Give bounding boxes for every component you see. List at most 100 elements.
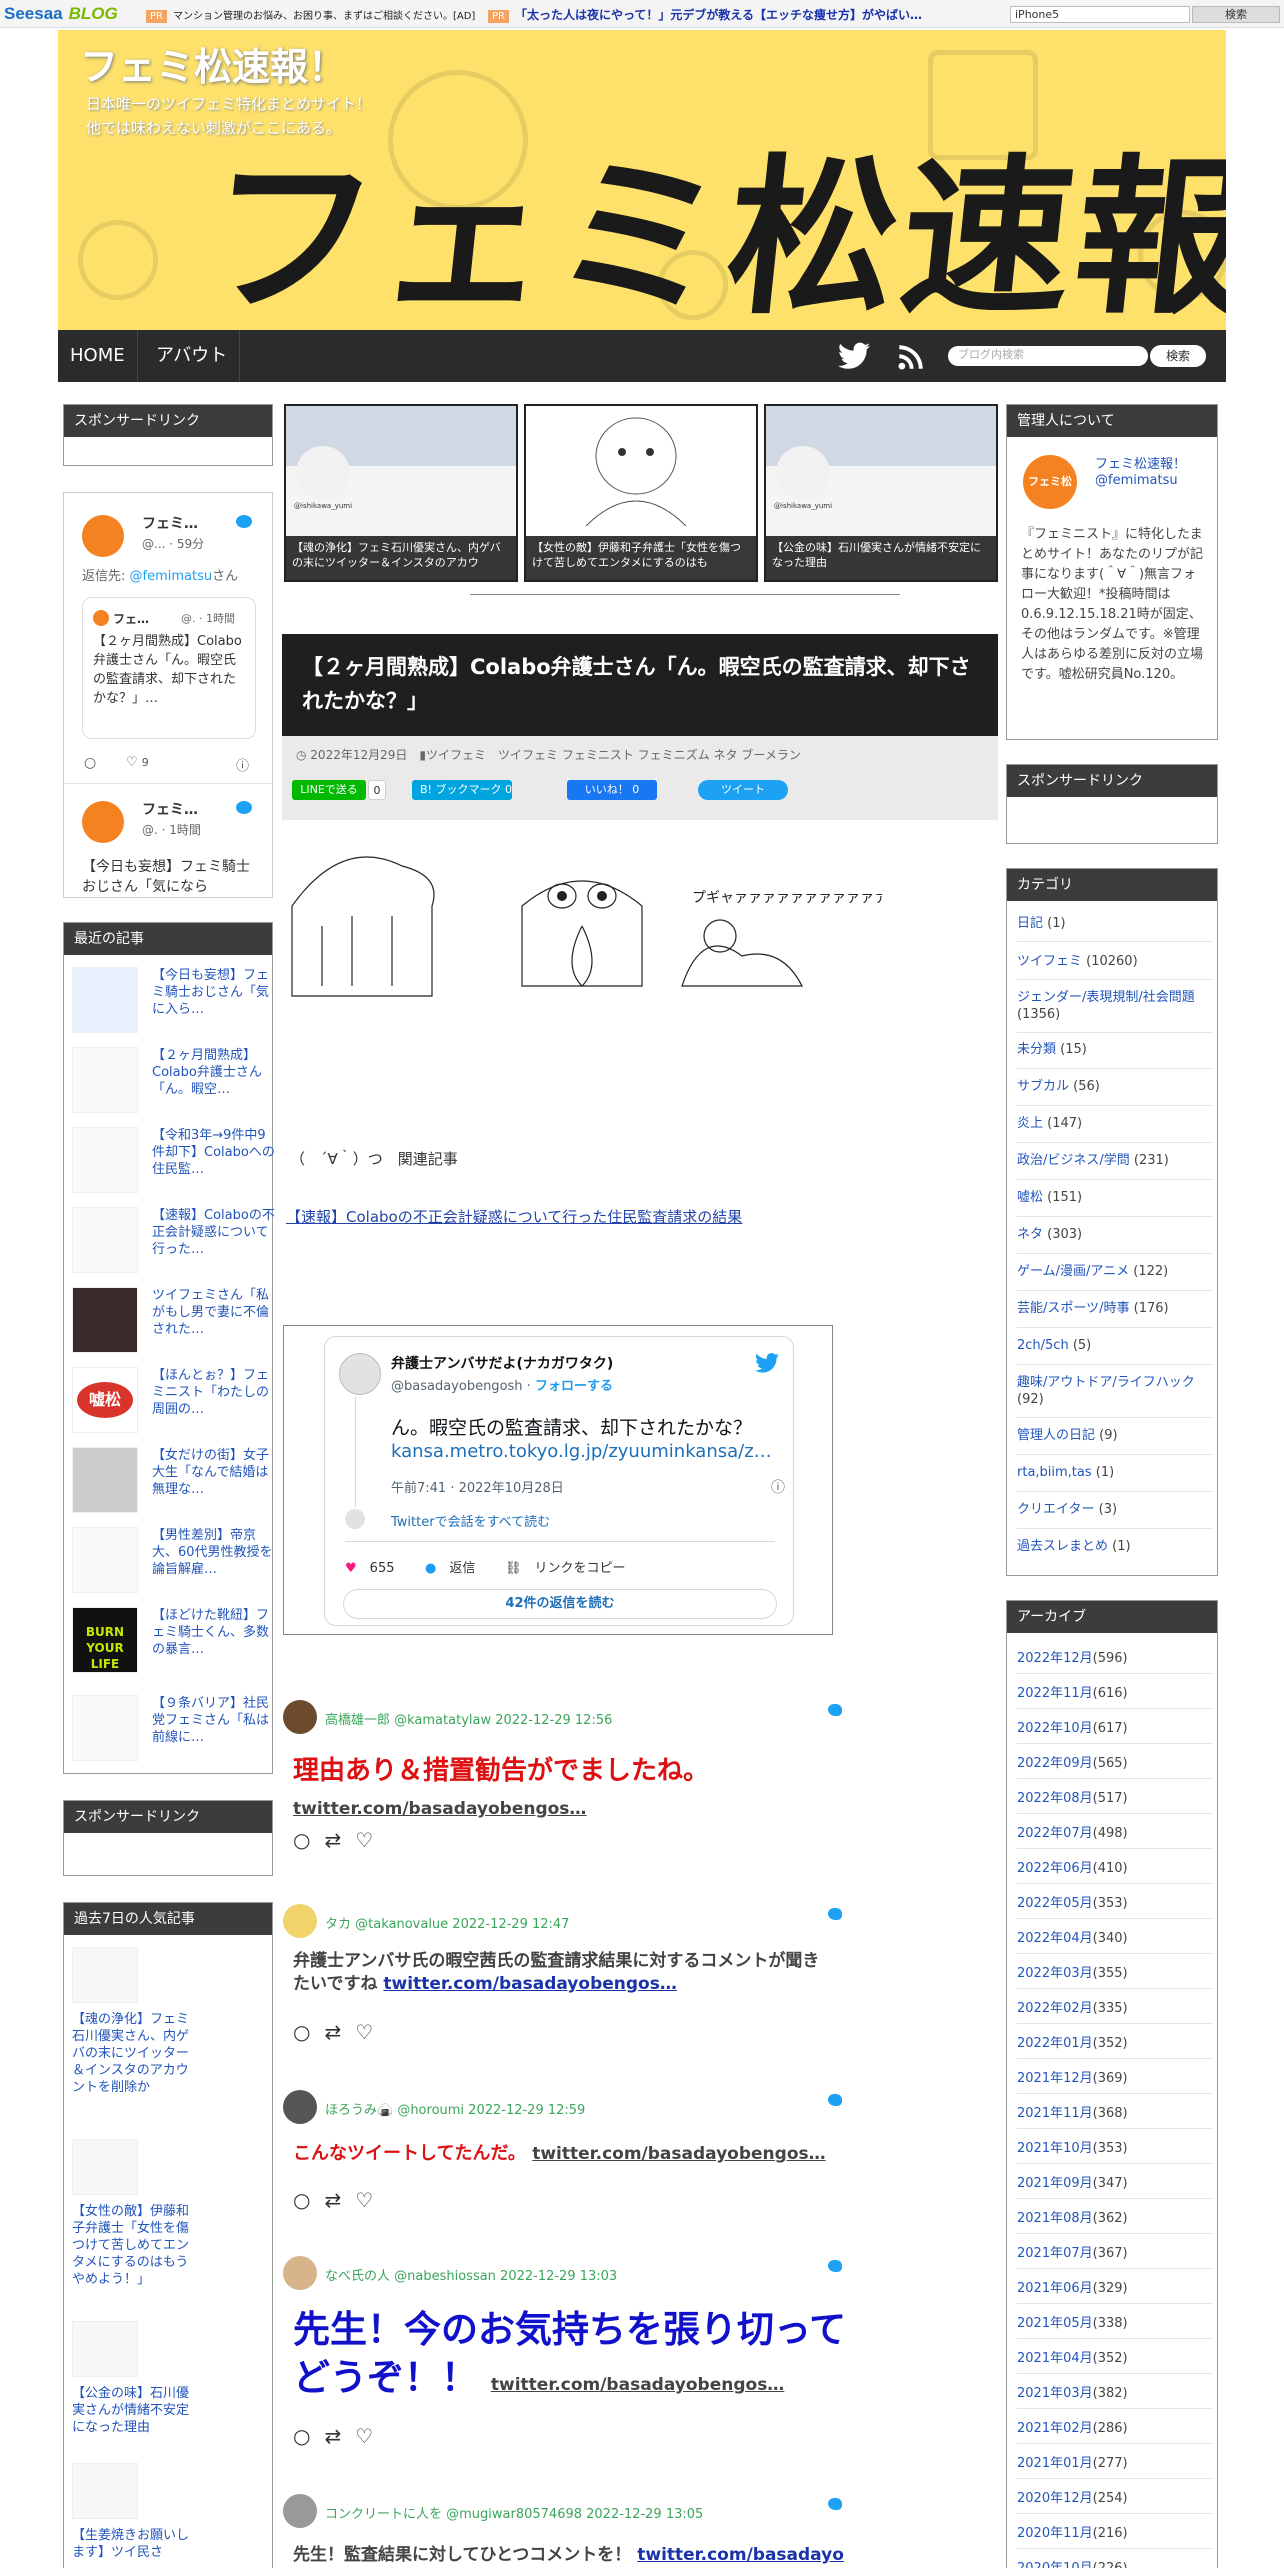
facebook-like-button[interactable]: いいね！ 0: [567, 780, 657, 800]
article-tags[interactable]: ツイフェミ フェミニスト フェミニズム ネタ ブーメラン: [498, 748, 801, 762]
archive-item[interactable]: 2022年11月(616): [1017, 1682, 1128, 1701]
quoted-tweet[interactable]: フェ… @. · 1時間 【２ヶ月間熟成】Colabo弁護士さん「ん。暇空氏の監…: [82, 597, 256, 739]
read-conversation-link[interactable]: Twitterで会話をすべて読む: [391, 1511, 550, 1530]
category-item[interactable]: 政治/ビジネス/学問 (231): [1017, 1152, 1213, 1169]
tweet-link[interactable]: twitter.com/basadayobengos…: [532, 2144, 825, 2164]
category-item[interactable]: 2ch/5ch (5): [1017, 1337, 1213, 1354]
popular-post[interactable]: 【生姜焼きお願いします】ツイ民さ: [72, 2463, 272, 2561]
featured-post[interactable]: @ishikawa_yumi 【公金の味】石川優実さんが情緒不安定になった理由: [764, 404, 998, 582]
archive-item[interactable]: 2021年12月(369): [1017, 2067, 1128, 2086]
archive-item[interactable]: 2021年01月(277): [1017, 2452, 1128, 2471]
recent-post-link[interactable]: 【速報】Colaboの不正会計疑惑について行った…: [152, 1207, 276, 1258]
archive-item[interactable]: 2020年10月(226): [1017, 2557, 1128, 2568]
recent-post[interactable]: 【９条バリア】社民党フェミさん「私は前線に…: [72, 1695, 272, 1767]
tweet-link[interactable]: twitter.com/basadayo: [637, 2545, 844, 2565]
site-title[interactable]: フェミ松速報！: [80, 36, 346, 91]
archive-item[interactable]: 2020年12月(254): [1017, 2487, 1128, 2506]
hatena-bookmark-button[interactable]: B! ブックマーク 0: [412, 780, 512, 800]
recent-post-link[interactable]: 【男性差別】帝京大、60代男性教授を論旨解雇…: [152, 1527, 276, 1578]
popular-post[interactable]: 【公金の味】石川優実さんが情緒不安定になった理由: [72, 2321, 272, 2436]
tweet-author[interactable]: タカ @takanovalue 2022-12-29 12:47: [325, 1913, 569, 1932]
seesaa-search-button[interactable]: 検索: [1192, 6, 1280, 23]
category-item[interactable]: rta,biim,tas (1): [1017, 1464, 1213, 1481]
admin-handle[interactable]: @femimatsu: [1095, 473, 1178, 488]
reply-icon[interactable]: ○: [84, 755, 96, 771]
recent-post[interactable]: ツイフェミさん「私がもし男で妻に不倫された…: [72, 1287, 272, 1359]
tweet-actions[interactable]: ○⇄♡: [293, 2188, 387, 2212]
embed-author-name[interactable]: 弁護士アンバサだよ(ナカガワタク): [391, 1353, 613, 1373]
tweet-author-name[interactable]: フェミ…: [142, 513, 198, 533]
copy-link-button[interactable]: ⛓ リンクをコピー: [505, 1557, 626, 1576]
blog-search-input[interactable]: ブログ内検索: [948, 346, 1148, 366]
embed-tweet-link[interactable]: kansa.metro.tokyo.lg.jp/zyuuminkansa/z…: [391, 1441, 772, 1462]
twitter-icon[interactable]: [838, 342, 870, 370]
archive-item[interactable]: 2021年02月(286): [1017, 2417, 1128, 2436]
info-icon[interactable]: ⓘ: [771, 1477, 785, 1497]
tweet-button[interactable]: ツイート: [698, 780, 788, 800]
archive-item[interactable]: 2022年09月(565): [1017, 1752, 1128, 1771]
avatar[interactable]: [283, 2494, 317, 2528]
popular-post[interactable]: 【魂の浄化】フェミ石川優実さん、内ゲバの末にツイッター＆インスタのアカウントを削…: [72, 1947, 272, 2096]
featured-caption[interactable]: 【女性の敵】伊藤和子弁護士「女性を傷つけて苦しめてエンタメにするのはも: [526, 536, 756, 580]
category-item[interactable]: 未分類 (15): [1017, 1041, 1213, 1058]
recent-post[interactable]: 【速報】Colaboの不正会計疑惑について行った…: [72, 1207, 275, 1279]
category-item[interactable]: ゲーム/漫画/アニメ (122): [1017, 1263, 1213, 1280]
archive-item[interactable]: 2022年10月(617): [1017, 1717, 1128, 1736]
tweet-actions[interactable]: ○⇄♡: [293, 2020, 387, 2044]
recent-post[interactable]: 嘘松 【ほんとぉ？】フェミニスト「わたしの周囲の…: [72, 1367, 272, 1439]
archive-item[interactable]: 2022年03月(355): [1017, 1962, 1128, 1981]
recent-post-link[interactable]: ツイフェミさん「私がもし男で妻に不倫された…: [152, 1287, 276, 1338]
embed-tweet-time[interactable]: 午前7:41 · 2022年10月28日: [391, 1477, 564, 1496]
seesaa-logo[interactable]: Seesaa BLOG: [4, 4, 118, 24]
featured-caption[interactable]: 【公金の味】石川優実さんが情緒不安定になった理由: [766, 536, 996, 580]
archive-item[interactable]: 2022年02月(335): [1017, 1997, 1128, 2016]
archive-item[interactable]: 2022年01月(352): [1017, 2032, 1128, 2051]
category-item[interactable]: ジェンダー/表現規制/社会問題 (1356): [1017, 989, 1213, 1023]
tweet-link[interactable]: twitter.com/basadayobengos…: [293, 1799, 586, 1819]
archive-item[interactable]: 2021年10月(353): [1017, 2137, 1128, 2156]
info-icon[interactable]: ⓘ: [236, 755, 249, 774]
popular-post-link[interactable]: 【生姜焼きお願いします】ツイ民さ: [72, 2527, 196, 2561]
archive-item[interactable]: 2021年11月(368): [1017, 2102, 1128, 2121]
category-item[interactable]: 趣味/アウトドア/ライフハック (92): [1017, 1374, 1213, 1408]
admin-avatar[interactable]: フェミ松: [1023, 455, 1077, 509]
popular-post-link[interactable]: 【公金の味】石川優実さんが情緒不安定になった理由: [72, 2385, 196, 2436]
like-button[interactable]: ♥ 655: [345, 1557, 395, 1576]
featured-caption[interactable]: 【魂の浄化】フェミ石川優実さん、内ゲバの末にツイッター＆インスタのアカウ: [286, 536, 516, 580]
nav-about[interactable]: アバウト: [144, 330, 241, 382]
tweet-author[interactable]: 高橋雄一郎 @kamatatylaw 2022-12-29 12:56: [325, 1709, 612, 1728]
follow-button[interactable]: フォローする: [535, 1379, 613, 1394]
embedded-tweet[interactable]: 弁護士アンバサだよ(ナカガワタク) @basadayobengosh · フォロ…: [324, 1336, 794, 1626]
archive-item[interactable]: 2022年07月(498): [1017, 1822, 1128, 1841]
admin-name[interactable]: フェミ松速報！: [1095, 453, 1186, 472]
recent-post-link[interactable]: 【９条バリア】社民党フェミさん「私は前線に…: [152, 1695, 276, 1746]
archive-item[interactable]: 2022年04月(340): [1017, 1927, 1128, 1946]
tweet-link[interactable]: twitter.com/basadayobengos…: [383, 1974, 676, 1994]
recent-post-link[interactable]: 【ほんとぉ？】フェミニスト「わたしの周囲の…: [152, 1367, 276, 1418]
tweet-actions[interactable]: ○⇄♡: [293, 1828, 387, 1852]
category-item[interactable]: 嘘松 (151): [1017, 1189, 1213, 1206]
category-item[interactable]: サブカル (56): [1017, 1078, 1213, 1095]
category-item[interactable]: ネタ (303): [1017, 1226, 1213, 1243]
featured-post[interactable]: @ishikawa_yumi 【魂の浄化】フェミ石川優実さん、内ゲバの末にツイッ…: [284, 404, 518, 582]
category-item[interactable]: 芸能/スポーツ/時事 (176): [1017, 1300, 1213, 1317]
twitter-timeline-widget[interactable]: フェミ… @... · 59分 返信先: @femimatsuさん フェ… @.…: [63, 492, 273, 898]
archive-item[interactable]: 2022年12月(596): [1017, 1647, 1128, 1666]
archive-item[interactable]: 2022年06月(410): [1017, 1857, 1128, 1876]
recent-post-link[interactable]: 【女だけの街】女子大生「なんで結婚は無理な…: [152, 1447, 276, 1498]
popular-post[interactable]: 【女性の敵】伊藤和子弁護士「女性を傷つけて苦しめてエンタメにするのはもうやめよう…: [72, 2139, 272, 2288]
archive-item[interactable]: 2022年08月(517): [1017, 1787, 1128, 1806]
archive-item[interactable]: 2021年08月(362): [1017, 2207, 1128, 2226]
archive-item[interactable]: 2021年07月(367): [1017, 2242, 1128, 2261]
avatar[interactable]: [283, 2256, 317, 2290]
recent-post[interactable]: 【２ヶ月間熟成】Colabo弁護士さん「ん。暇空…: [72, 1047, 272, 1119]
tweet-author[interactable]: コンクリートに人を @mugiwar80574698 2022-12-29 13…: [325, 2503, 703, 2522]
related-article-link[interactable]: 【速報】Colaboの不正会計疑惑について行った住民監査請求の結果: [286, 1206, 742, 1227]
ad-link-1[interactable]: PR マンション管理のお悩み、お困り事、まずはご相談ください。[AD]: [146, 7, 475, 23]
popular-post-link[interactable]: 【魂の浄化】フェミ石川優実さん、内ゲバの末にツイッター＆インスタのアカウントを削…: [72, 2011, 196, 2096]
recent-post-link[interactable]: 【今日も妄想】フェミ騎士おじさん「気に入ら…: [152, 967, 276, 1018]
recent-post[interactable]: BURN YOUR LIFE 【ほどけた靴紐】フェミ騎士くん、多数の暴言…: [72, 1607, 272, 1679]
tweet-link[interactable]: twitter.com/basadayobengos…: [491, 2375, 784, 2395]
reply-button[interactable]: ● 返信: [425, 1557, 475, 1576]
twitter-bird-icon[interactable]: [755, 1353, 779, 1373]
